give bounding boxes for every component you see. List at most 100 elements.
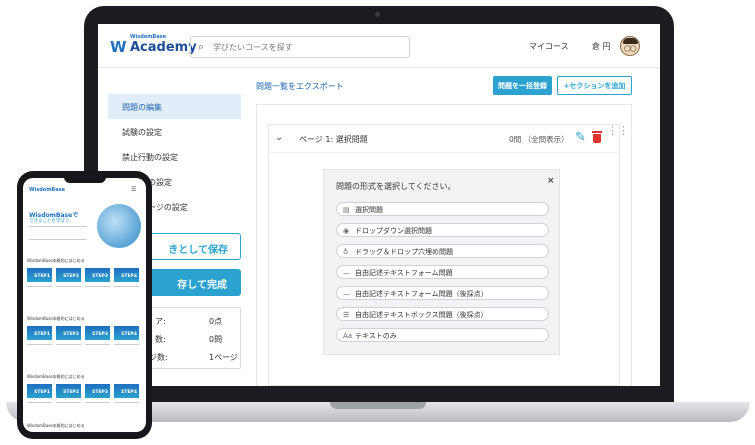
option-label: ドロップダウン選択問題	[355, 227, 432, 235]
phone-section: WisdomBase本格的にはじめる STEP1 STEP2 STEP3 STE…	[23, 258, 146, 308]
phone-section-title: WisdomBase本格的にはじめる	[27, 423, 85, 428]
step-caption	[27, 286, 52, 292]
dropdown-icon: ◉	[343, 227, 350, 235]
avatar-glasses-icon: ◯◯	[624, 45, 636, 52]
step-card[interactable]: STEP1	[27, 326, 52, 340]
sidebar-item-exam-settings[interactable]: 試験の設定	[108, 119, 241, 144]
search-icon: ⌕	[198, 40, 205, 53]
avatar[interactable]: ◯◯	[620, 36, 640, 56]
step-caption	[27, 402, 52, 408]
sidebar-item-label: ージの設定	[148, 203, 188, 212]
close-icon[interactable]: ×	[547, 176, 555, 186]
sidebar-item-edit-questions[interactable]: 問題の編集	[108, 94, 241, 119]
option-label: 自由記述テキストボックス問題（後採点）	[355, 311, 488, 319]
summary-value: 0点	[209, 317, 223, 326]
phone-section-title: WisdomBase本格的にはじめる	[27, 374, 85, 379]
option-label: テキストのみ	[355, 332, 397, 340]
trash-body	[593, 134, 601, 143]
user-name: 倉 円	[592, 42, 611, 51]
summary-label: 数:	[155, 335, 166, 344]
option-label: 自由記述テキストフォーム問題（後採点）	[355, 290, 488, 298]
add-section-button[interactable]: +セクションを追加	[557, 76, 632, 95]
summary-value: 1ページ	[209, 353, 238, 362]
app-header: W WisdomBase Academy ⌕ マイコース 倉 円 ◯◯	[98, 24, 660, 68]
hamburger-icon[interactable]: ☰	[131, 186, 136, 193]
phone-section: WisdomBase本格的にはじめる STEP1 STEP2 STEP3 STE…	[23, 316, 146, 366]
summary-label: ア:	[155, 317, 166, 326]
course-search[interactable]: ⌕	[190, 36, 410, 58]
phone-hero: WisdomBaseで できることを学ぼう	[23, 202, 146, 250]
trash-lid	[592, 131, 602, 133]
phone-section-title: WisdomBase本格的にはじめる	[27, 258, 85, 263]
sidebar-item-prohibited-actions[interactable]: 禁止行動の設定	[108, 144, 241, 169]
step-card[interactable]: STEP3	[85, 268, 110, 282]
step-card[interactable]: STEP3	[85, 384, 110, 398]
option-text-box-manual[interactable]: ☰ 自由記述テキストボックス問題（後採点）	[336, 307, 549, 321]
sidebar-item-label: 問題の編集	[122, 103, 162, 112]
text-box-icon: ☰	[343, 311, 350, 319]
page-header: ⌄ ページ 1: 選択問題 0問 （全問表示） ✎ ⋮⋮	[269, 125, 629, 153]
text-line-icon: —	[343, 269, 350, 277]
step-caption	[27, 344, 52, 350]
text-line-icon: —	[343, 290, 350, 298]
step-card[interactable]: STEP1	[27, 268, 52, 282]
academy-logo[interactable]: W WisdomBase Academy	[110, 34, 197, 58]
step-caption	[85, 402, 110, 408]
phone-section-title: WisdomBase本格的にはじめる	[27, 316, 85, 321]
phone-section: WisdomBase本格的にはじめる	[23, 423, 146, 432]
phone-section: WisdomBase本格的にはじめる STEP1 STEP2 STEP3 STE…	[23, 374, 146, 424]
question-type-modal: 問題の形式を選択してください。 × ▤ 選択問題 ◉ ドロップダウン選択問題 ♁ ドラ…	[323, 169, 560, 355]
step-caption	[114, 344, 139, 350]
step-caption	[56, 402, 81, 408]
step-card[interactable]: STEP4	[114, 326, 139, 340]
laptop-camera	[375, 12, 380, 17]
search-input[interactable]	[213, 40, 403, 54]
option-text-only[interactable]: Aa テキストのみ	[336, 328, 549, 342]
laptop-notch	[330, 402, 426, 409]
laptop-screen: W WisdomBase Academy ⌕ マイコース 倉 円 ◯◯ 問題の編…	[98, 24, 660, 386]
step-caption	[85, 286, 110, 292]
sidebar-item-label: 試験の設定	[122, 128, 162, 137]
phone-screen: WisdomBase ☰ WisdomBaseで できることを学ぼう Wisdo…	[23, 178, 146, 432]
step-card[interactable]: STEP3	[85, 326, 110, 340]
phone-notch	[64, 173, 106, 183]
modal-title: 問題の形式を選択してください。	[336, 182, 456, 191]
phone-logo: WisdomBase	[29, 187, 65, 193]
step-caption	[114, 402, 139, 408]
step-card[interactable]: STEP4	[114, 384, 139, 398]
step-card[interactable]: STEP2	[56, 326, 81, 340]
export-questions-link[interactable]: 問題一覧をエクスポート	[256, 81, 344, 92]
sidebar-item-label: 禁止行動の設定	[122, 153, 178, 162]
option-text-form[interactable]: — 自由記述テキストフォーム問題	[336, 265, 549, 279]
bulk-register-button[interactable]: 問題を一括登録	[493, 76, 552, 95]
logo-w-icon: W	[110, 38, 127, 56]
list-icon: ▤	[343, 206, 350, 214]
avatar-hair	[623, 38, 638, 44]
option-label: ドラッグ＆ドロップ穴埋め問題	[355, 248, 453, 256]
logo-big-text: Academy	[130, 40, 197, 55]
step-caption	[114, 286, 139, 292]
step-card[interactable]: STEP2	[56, 268, 81, 282]
step-card[interactable]: STEP4	[114, 268, 139, 282]
step-card[interactable]: STEP1	[27, 384, 52, 398]
marketing-composite: W WisdomBase Academy ⌕ マイコース 倉 円 ◯◯ 問題の編…	[0, 0, 755, 445]
phone-hero-body	[29, 226, 87, 240]
chevron-down-icon[interactable]: ⌄	[275, 132, 283, 143]
phone-hero-subtitle: できることを学ぼう	[29, 219, 70, 224]
text-aa-icon: Aa	[343, 332, 353, 340]
drag-handle-icon[interactable]: ⋮⋮	[607, 125, 629, 136]
option-dropdown[interactable]: ◉ ドロップダウン選択問題	[336, 223, 549, 237]
edit-icon[interactable]: ✎	[575, 130, 586, 145]
summary-value: 0問	[209, 335, 223, 344]
trash-icon[interactable]	[592, 131, 602, 143]
step-card[interactable]: STEP2	[56, 384, 81, 398]
option-label: 選択問題	[355, 206, 383, 214]
option-multiple-choice[interactable]: ▤ 選択問題	[336, 202, 549, 216]
step-caption	[56, 344, 81, 350]
option-label: 自由記述テキストフォーム問題	[355, 269, 453, 277]
phone-hero-illustration	[97, 204, 141, 248]
option-drag-drop[interactable]: ♁ ドラッグ＆ドロップ穴埋め問題	[336, 244, 549, 258]
option-text-form-manual[interactable]: — 自由記述テキストフォーム問題（後採点）	[336, 286, 549, 300]
my-course-link[interactable]: マイコース	[529, 41, 569, 52]
step-caption	[56, 286, 81, 292]
